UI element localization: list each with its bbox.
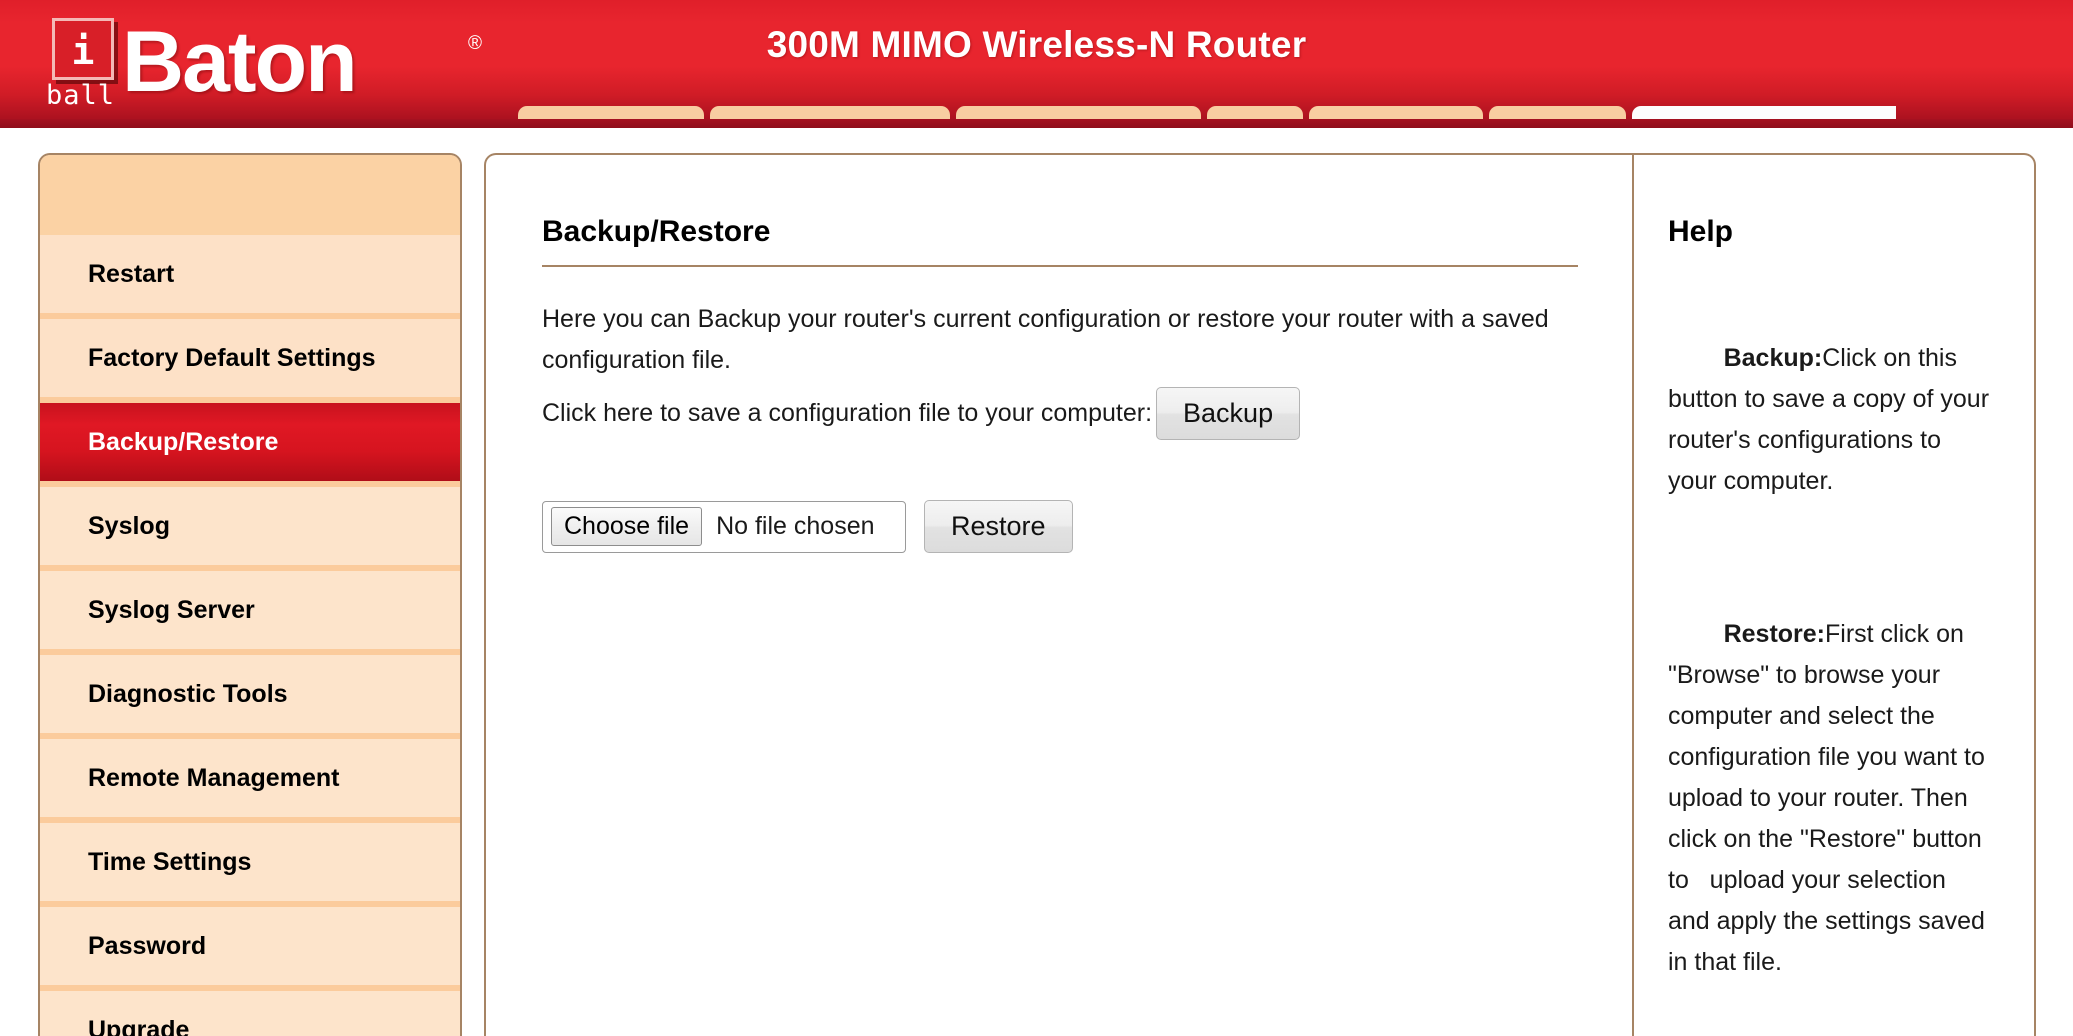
help-restore-text: First click on "Browse" to browse your c…: [1668, 620, 1992, 976]
backup-button[interactable]: Backup: [1156, 387, 1301, 440]
help-backup-text: Click on this button to save a copy of y…: [1668, 344, 1996, 495]
sidebar-menu: Restart Factory Default Settings Backup/…: [40, 235, 460, 1036]
sidebar-item-backup-restore[interactable]: Backup/Restore: [40, 403, 460, 481]
backup-instruction-label: Click here to save a configuration file …: [542, 399, 1153, 427]
sidebar-item-remote-management[interactable]: Remote Management: [40, 739, 460, 817]
sidebar-item-diagnostic-tools[interactable]: Diagnostic Tools: [40, 655, 460, 733]
help-restore-term: Restore:: [1723, 620, 1825, 648]
sidebar-item-label: Factory Default Settings: [88, 343, 376, 372]
choose-file-button[interactable]: Choose file: [551, 507, 703, 546]
page-title: 300M MIMO Wireless-N Router: [766, 24, 1307, 65]
sidebar-item-time-settings[interactable]: Time Settings: [40, 823, 460, 901]
sidebar-item-restart[interactable]: Restart: [40, 235, 460, 313]
sidebar-item-label: Password: [88, 931, 207, 960]
sidebar-header-block: [40, 155, 460, 235]
sidebar-item-label: Syslog: [88, 511, 170, 540]
section-title: Backup/Restore: [542, 215, 771, 248]
sidebar-item-label: Backup/Restore: [88, 427, 279, 456]
restore-button[interactable]: Restore: [924, 500, 1073, 553]
help-backup-paragraph: Backup:Click on this button to save a co…: [1668, 297, 1994, 543]
main-panel: Backup/Restore Here you can Backup your …: [484, 153, 2036, 1036]
sidebar-item-password[interactable]: Password: [40, 907, 460, 985]
sidebar-item-syslog[interactable]: Syslog: [40, 487, 460, 565]
restore-row: Choose file No file chosen Restore: [542, 500, 1576, 553]
help-restore-paragraph: Restore:First click on "Browse" to brows…: [1668, 573, 1994, 1024]
config-file-input[interactable]: Choose file No file chosen: [542, 500, 906, 553]
help-backup-term: Backup:: [1723, 344, 1823, 372]
file-status-text: No file chosen: [716, 512, 875, 540]
sidebar: Restart Factory Default Settings Backup/…: [38, 153, 462, 1036]
sidebar-item-label: Upgrade: [88, 1015, 190, 1036]
sidebar-item-label: Time Settings: [88, 847, 252, 876]
content-pane: Backup/Restore Here you can Backup your …: [486, 155, 1634, 1036]
sidebar-item-syslog-server[interactable]: Syslog Server: [40, 571, 460, 649]
header-bottom-strip: [0, 119, 2073, 128]
logo-ball-text: ball: [46, 80, 116, 111]
help-title: Help: [1668, 215, 1734, 248]
intro-text: Here you can Backup your router's curren…: [542, 305, 1549, 374]
sidebar-item-label: Syslog Server: [88, 595, 255, 624]
sidebar-item-factory-default-settings[interactable]: Factory Default Settings: [40, 319, 460, 397]
backup-row: Click here to save a configuration file …: [542, 387, 1576, 440]
sidebar-item-label: Diagnostic Tools: [88, 679, 288, 708]
sidebar-item-upgrade[interactable]: Upgrade: [40, 991, 460, 1036]
sidebar-item-label: Restart: [88, 259, 175, 288]
page-body: Restart Factory Default Settings Backup/…: [0, 128, 2073, 1036]
site-header: i ball Baton ® 300M MIMO Wireless-N Rout…: [0, 0, 2073, 152]
help-pane: Help Backup:Click on this button to save…: [1634, 155, 2034, 1036]
sidebar-item-label: Remote Management: [88, 763, 340, 792]
title-divider: [542, 265, 1578, 267]
